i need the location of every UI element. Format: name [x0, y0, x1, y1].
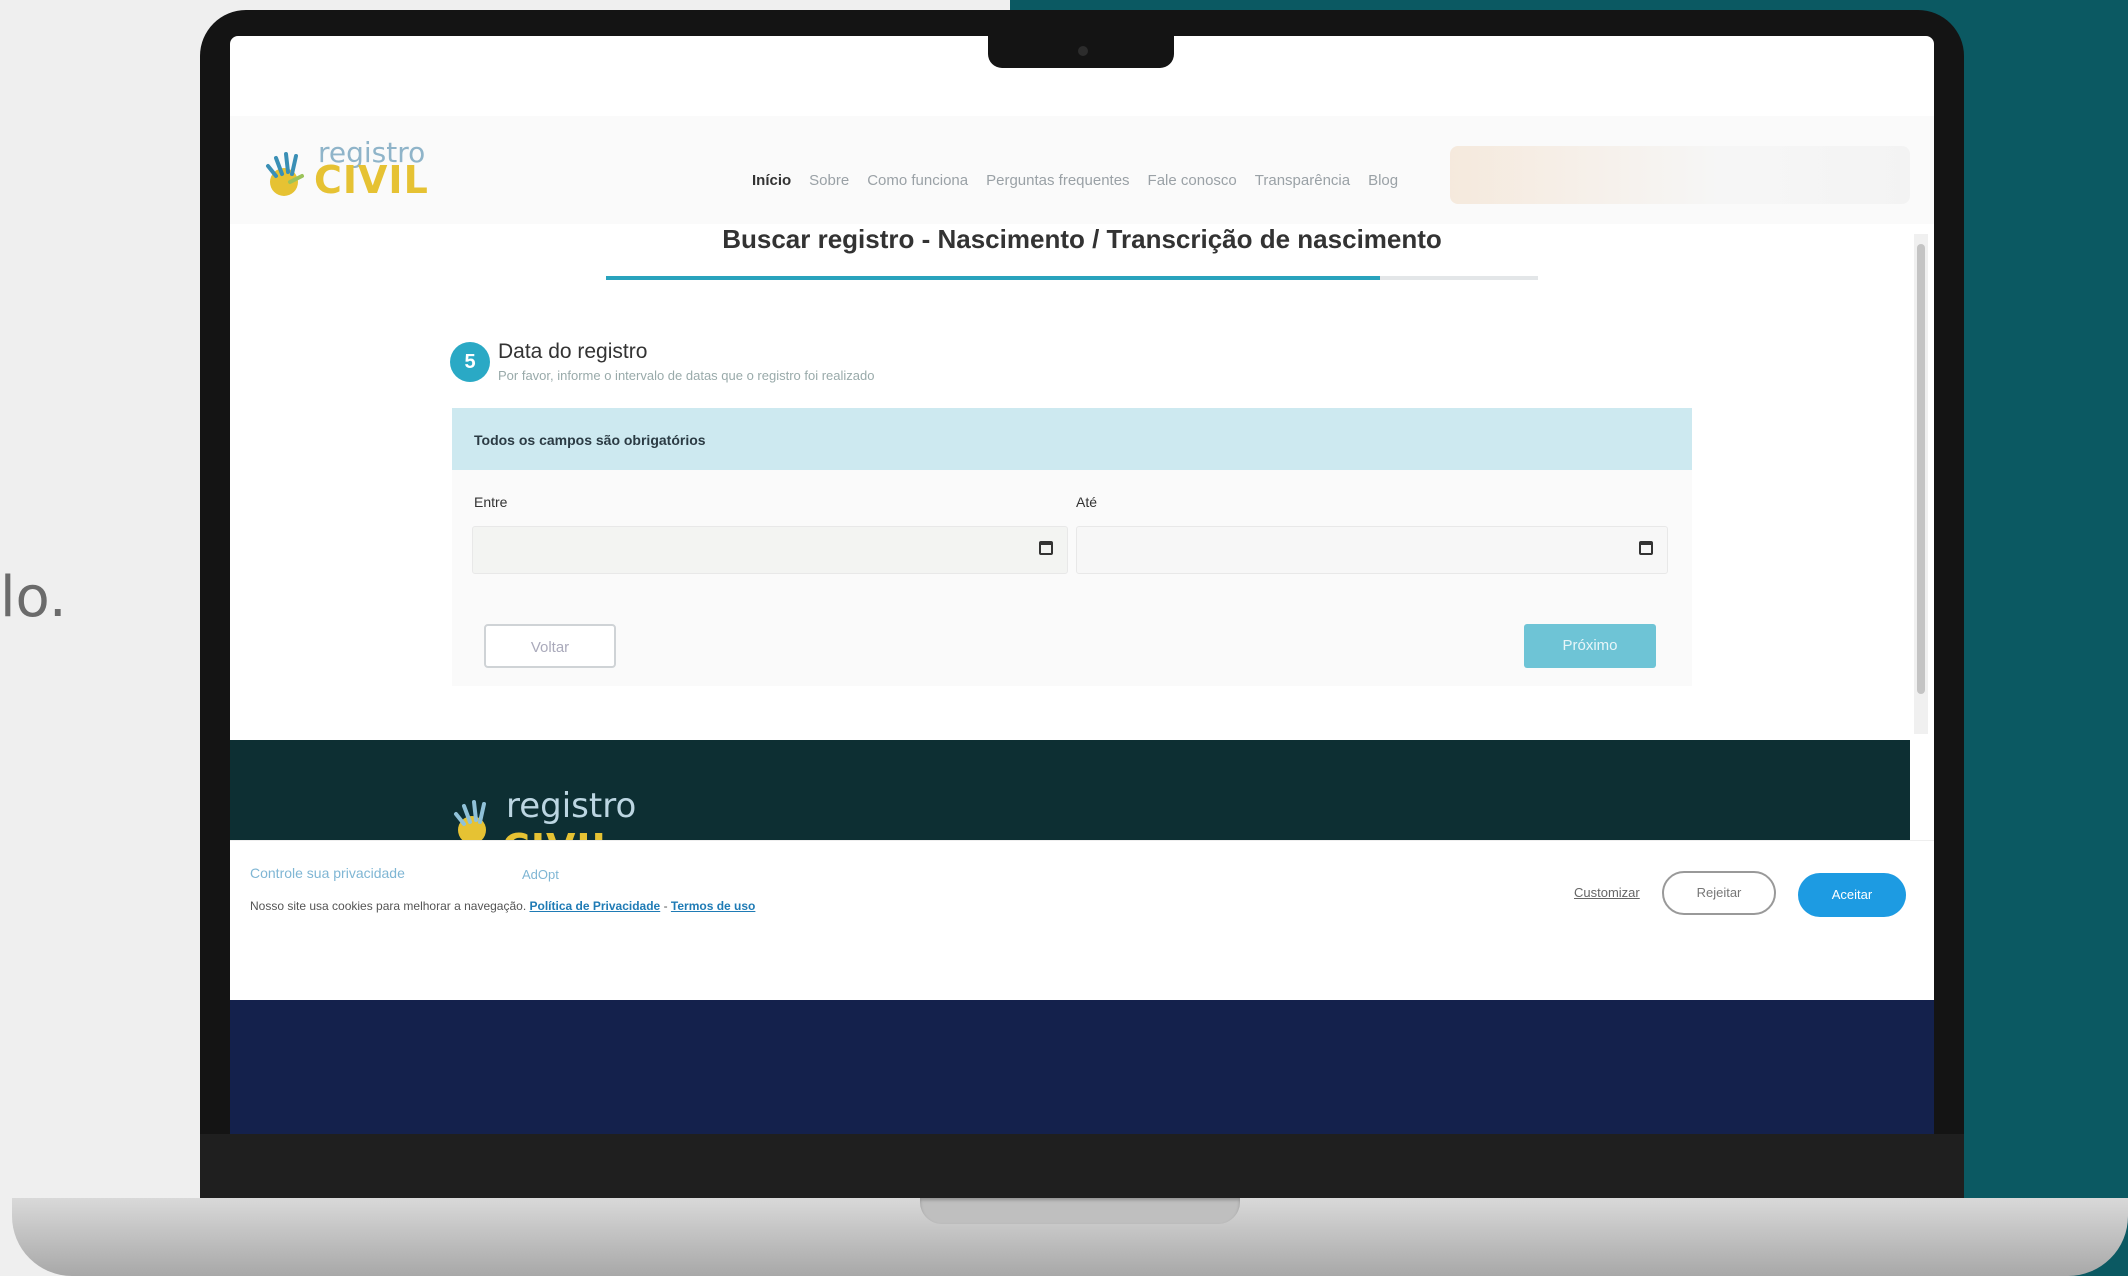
- date-form-card: Todos os campos são obrigatórios Entre A…: [452, 408, 1692, 686]
- hands-sun-icon: [266, 152, 304, 196]
- calendar-icon[interactable]: [1039, 541, 1053, 555]
- scrollbar-thumb[interactable]: [1917, 244, 1925, 694]
- nav-item-sobre[interactable]: Sobre: [809, 172, 849, 189]
- page-title: Buscar registro - Nascimento / Transcriç…: [722, 224, 1442, 254]
- nav-item-fale-conosco[interactable]: Fale conosco: [1148, 172, 1237, 189]
- step-subtitle: Por favor, informe o intervalo de datas …: [498, 368, 875, 383]
- footer-logo[interactable]: registro CIVIL: [450, 786, 650, 870]
- cookie-title: Controle sua privacidade: [250, 865, 405, 881]
- calendar-icon[interactable]: [1639, 541, 1653, 555]
- dark-bottom-band: [230, 1000, 1934, 1134]
- header-blurred-area: [1450, 146, 1910, 204]
- cookie-banner: Controle sua privacidade AdOpt Nosso sit…: [230, 840, 1934, 935]
- nav-item-blog[interactable]: Blog: [1368, 172, 1398, 189]
- laptop-bottom-bezel: [200, 1134, 1964, 1200]
- site-header: registro CIVIL Início Sobre Como funcion…: [230, 116, 1934, 224]
- camera-icon: [1078, 46, 1088, 56]
- progress-bar: [606, 276, 1538, 280]
- back-button[interactable]: Voltar: [484, 624, 616, 668]
- from-date-label: Entre: [474, 494, 508, 510]
- required-notice-text: Todos os campos são obrigatórios: [474, 432, 706, 448]
- reject-button[interactable]: Rejeitar: [1662, 871, 1776, 915]
- nav-item-inicio[interactable]: Início: [752, 172, 791, 189]
- logo-text-civil: CIVIL: [314, 158, 429, 202]
- nav-item-perguntas[interactable]: Perguntas frequentes: [986, 172, 1129, 189]
- customize-link[interactable]: Customizar: [1574, 885, 1640, 900]
- nav-item-como-funciona[interactable]: Como funciona: [867, 172, 968, 189]
- step-title: Data do registro: [498, 340, 648, 363]
- terms-link[interactable]: Termos de uso: [671, 899, 755, 913]
- to-date-label: Até: [1076, 494, 1098, 510]
- hands-sun-icon: [454, 800, 486, 844]
- cookie-message: Nosso site usa cookies para melhorar a n…: [250, 899, 527, 913]
- from-date-input[interactable]: [472, 526, 1068, 574]
- site-logo[interactable]: registro CIVIL: [262, 136, 428, 202]
- main-nav: Início Sobre Como funciona Perguntas fre…: [752, 172, 1398, 189]
- page-scrollbar[interactable]: [1914, 234, 1928, 734]
- next-button[interactable]: Próximo: [1524, 624, 1656, 668]
- cookie-text: Nosso site usa cookies para melhorar a n…: [250, 899, 755, 913]
- adopt-link[interactable]: AdOpt: [522, 867, 559, 882]
- cookie-separator: -: [663, 899, 668, 913]
- accept-button[interactable]: Aceitar: [1798, 873, 1906, 917]
- footer-logo-text-registro: registro: [506, 786, 637, 826]
- to-date-input[interactable]: [1076, 526, 1668, 574]
- progress-fill: [606, 276, 1380, 280]
- required-notice: Todos os campos são obrigatórios: [452, 408, 1692, 470]
- privacy-policy-link[interactable]: Política de Privacidade: [530, 899, 661, 913]
- nav-item-transparencia[interactable]: Transparência: [1255, 172, 1350, 189]
- side-caption: lo.: [0, 565, 67, 630]
- laptop-screen: registro CIVIL Início Sobre Como funcion…: [230, 36, 1934, 1134]
- laptop-base-groove: [920, 1198, 1240, 1224]
- step-number-badge: 5: [450, 342, 490, 382]
